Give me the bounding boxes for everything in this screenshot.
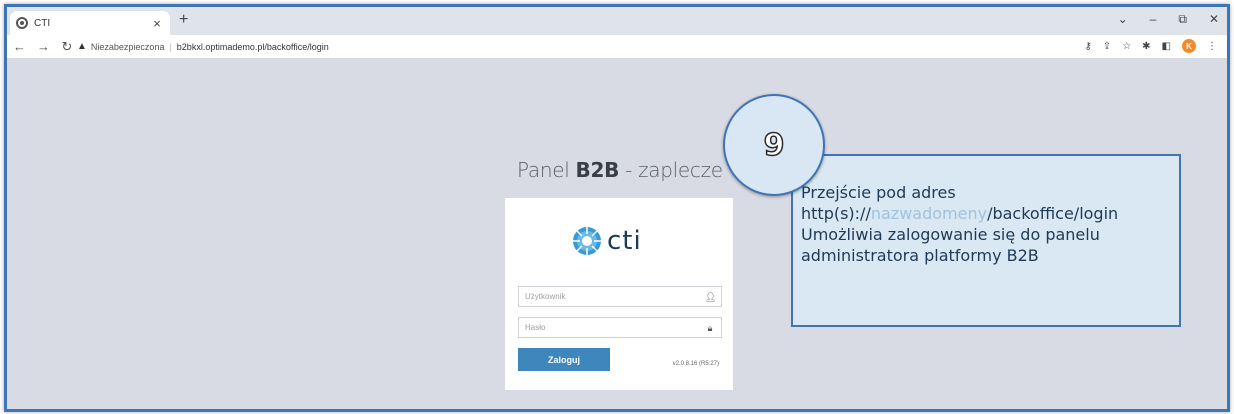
username-field[interactable]: 👤︎ xyxy=(518,286,722,307)
toolbar-actions: ⚷ ⇪ ☆ ✱ ◧ K ⋮ xyxy=(1084,39,1217,53)
tab-search-icon[interactable]: ⌄ xyxy=(1118,12,1128,27)
browser-tab-strip: CTI × + ⌄ – ⧉ ✕ xyxy=(7,7,1227,35)
extensions-icon[interactable]: ✱ xyxy=(1142,41,1150,52)
warning-icon[interactable]: ▲ xyxy=(77,41,87,52)
reload-icon[interactable]: ↻ xyxy=(61,39,73,55)
password-field[interactable]: 🔒︎ xyxy=(518,317,722,338)
title-suffix: - zaplecze xyxy=(619,158,723,182)
step-number: 9 xyxy=(763,127,785,164)
callout-line-4: administratora platformy B2B xyxy=(801,246,1039,265)
new-tab-button[interactable]: + xyxy=(179,11,188,29)
version-label: v2.0.8.16 (R5:27) xyxy=(672,361,719,367)
step-number-badge: 9 xyxy=(723,94,825,196)
security-label: Niezabezpieczona xyxy=(90,41,165,52)
callout-url-suffix: /backoffice/login xyxy=(987,204,1119,223)
screenshot-frame: CTI × + ⌄ – ⧉ ✕ ← → ↻ ▲ Niezabezpieczona… xyxy=(4,4,1230,412)
page-title: Panel B2B - zaplecze xyxy=(517,158,723,182)
minimize-icon[interactable]: – xyxy=(1150,12,1157,27)
browser-toolbar: ← → ↻ ▲ Niezabezpieczona | b2bkxl.optima… xyxy=(7,35,1227,59)
tab-title: CTI xyxy=(34,17,51,29)
page-content: Panel B2B - zaplecze cti Użytkownik 👤︎ 🔒… xyxy=(7,60,1227,409)
login-button[interactable]: Zaloguj xyxy=(518,348,610,371)
side-panel-icon[interactable]: ◧ xyxy=(1162,41,1171,52)
forward-icon[interactable]: → xyxy=(37,39,50,55)
profile-avatar[interactable]: K xyxy=(1182,39,1196,53)
title-bold: B2B xyxy=(575,158,620,182)
callout-url-highlight: nazwadomeny xyxy=(870,204,988,223)
cti-logo-icon xyxy=(573,227,601,255)
url-text[interactable]: b2bkxl.optimademo.pl/backoffice/login xyxy=(177,42,329,52)
callout-line-3: Umożliwia zalogowanie się do panelu xyxy=(801,225,1100,244)
favicon-icon xyxy=(16,17,28,29)
share-icon[interactable]: ⇪ xyxy=(1103,41,1111,52)
star-icon[interactable]: ☆ xyxy=(1122,41,1131,52)
cti-logo: cti xyxy=(571,225,642,257)
callout-line-1: Przejście pod adres xyxy=(801,183,956,202)
window-controls: ⌄ – ⧉ ✕ xyxy=(1118,12,1219,27)
tab-close-icon[interactable]: × xyxy=(150,16,164,31)
address-bar[interactable]: ▲ Niezabezpieczona | b2bkxl.optimademo.p… xyxy=(77,37,329,57)
callout-url-prefix: http(s):// xyxy=(801,204,871,223)
title-prefix: Panel xyxy=(517,158,576,182)
menu-icon[interactable]: ⋮ xyxy=(1207,41,1217,52)
navigation-buttons: ← → ↻ xyxy=(7,39,77,55)
lock-icon: 🔒︎ xyxy=(707,322,713,333)
logo-text: cti xyxy=(607,226,642,256)
key-icon[interactable]: ⚷ xyxy=(1084,41,1091,52)
address-separator: | xyxy=(169,41,172,52)
restore-icon[interactable]: ⧉ xyxy=(1178,12,1187,27)
callout-line-2: http(s)://nazwadomeny/backoffice/login xyxy=(801,203,1171,224)
callout-box: Przejście pod adres http(s)://nazwadomen… xyxy=(791,154,1181,327)
user-icon: 👤︎ xyxy=(705,291,717,302)
close-window-icon[interactable]: ✕ xyxy=(1209,12,1219,27)
username-input[interactable] xyxy=(525,292,705,301)
browser-tab[interactable]: CTI × xyxy=(10,11,170,35)
login-card: cti 👤︎ 🔒︎ Zaloguj v2.0.8.16 (R5:27) xyxy=(505,198,733,390)
back-icon[interactable]: ← xyxy=(13,39,26,55)
password-input[interactable] xyxy=(525,323,705,332)
